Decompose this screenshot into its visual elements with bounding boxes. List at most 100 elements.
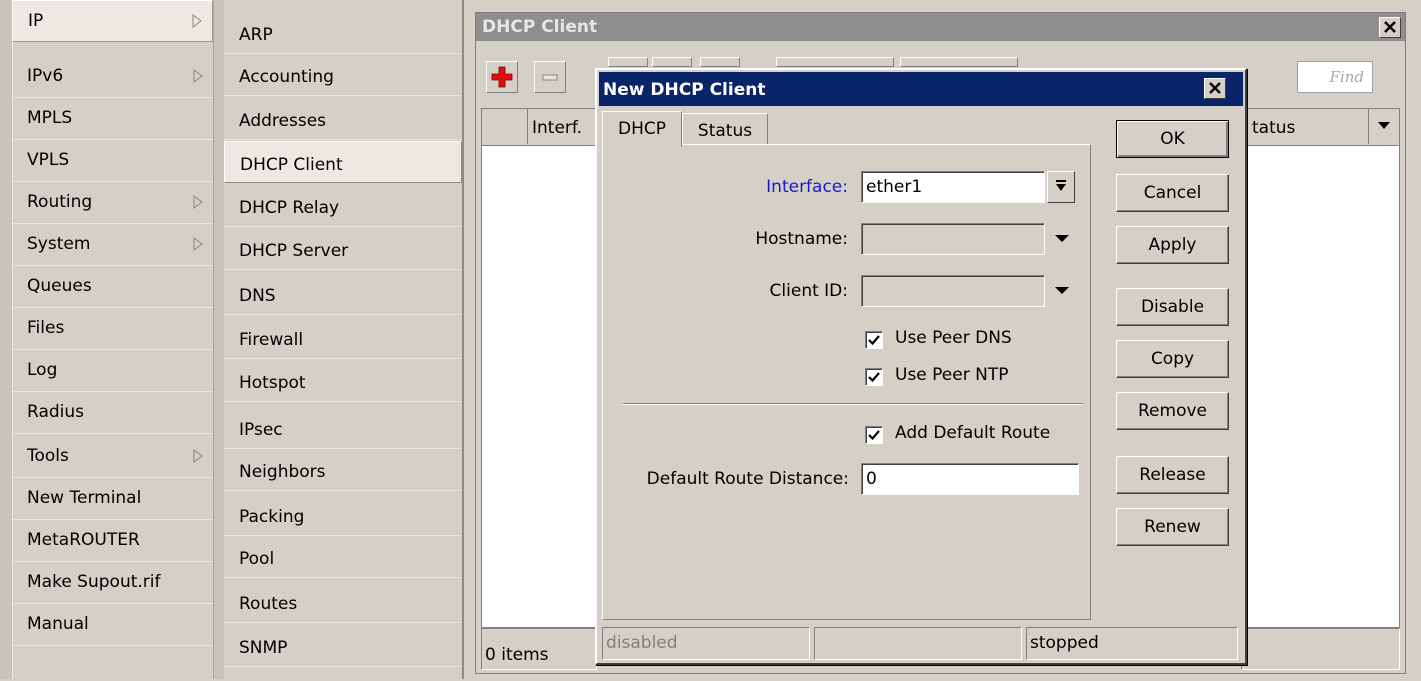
window-titlebar[interactable]: DHCP Client [476, 13, 1405, 41]
default-route-distance-input[interactable]: 0 [861, 463, 1079, 495]
default-route-distance-label: Default Route Distance: [646, 469, 849, 489]
menu-item-ipv6[interactable]: IPv6 [12, 56, 213, 98]
menu-item-new-terminal[interactable]: New Terminal [12, 478, 213, 520]
submenu-arrow-icon [193, 237, 203, 251]
column-header-status[interactable]: tatus [1252, 118, 1295, 138]
submenu-item-label: DHCP Relay [239, 198, 340, 218]
find-input[interactable]: Find [1297, 61, 1373, 93]
submenu-item-packing[interactable]: Packing [224, 494, 462, 536]
client-id-input[interactable] [861, 275, 1045, 307]
menu-item-tools[interactable]: Tools [12, 436, 213, 478]
interface-select[interactable]: ether1 [861, 171, 1045, 203]
submenu-item-routes[interactable]: Routes [224, 581, 462, 623]
menu-item-log[interactable]: Log [12, 350, 213, 392]
dialog-titlebar[interactable]: New DHCP Client [599, 72, 1243, 106]
toolbar-button[interactable] [652, 57, 692, 67]
menu-item-label: New Terminal [27, 488, 142, 508]
renew-button[interactable]: Renew [1116, 508, 1229, 546]
window-title: DHCP Client [482, 17, 598, 37]
toolbar-button[interactable] [700, 57, 740, 67]
submenu-item-dns[interactable]: DNS [224, 273, 462, 315]
copy-button[interactable]: Copy [1116, 340, 1229, 378]
menu-item-label: IP [28, 11, 44, 31]
use-peer-dns-label: Use Peer DNS [895, 328, 1012, 348]
tab-label: DHCP [618, 119, 666, 139]
dialog-state-status: disabled [602, 627, 810, 660]
dialog-close-button[interactable] [1204, 78, 1226, 99]
menu-item-vpls[interactable]: VPLS [12, 140, 213, 182]
item-count: 0 items [481, 628, 597, 670]
submenu-item-pool[interactable]: Pool [224, 536, 462, 578]
dialog-run-status: stopped [1026, 627, 1238, 660]
check-icon [868, 335, 880, 346]
menu-item-label: Queues [27, 276, 92, 296]
apply-button[interactable]: Apply [1116, 226, 1229, 264]
use-peer-dns-checkbox[interactable] [865, 331, 883, 349]
submenu-item-label: Addresses [239, 111, 327, 131]
submenu-item-hotspot[interactable]: Hotspot [224, 360, 462, 402]
ok-button[interactable]: OK [1116, 120, 1229, 158]
menu-item-label: Radius [27, 402, 85, 422]
menu-item-label: IPv6 [27, 66, 64, 86]
menu-item-radius[interactable]: Radius [12, 392, 213, 434]
menu-item-label: Log [27, 360, 58, 380]
interface-dropdown-button[interactable] [1047, 171, 1075, 203]
hostname-dropdown-button[interactable] [1049, 223, 1077, 255]
dhcp-tab-panel: Interface: ether1 Hostname: Client ID: U… [602, 144, 1091, 620]
menu-item-routing[interactable]: Routing [12, 182, 213, 224]
hostname-input[interactable] [861, 223, 1045, 255]
menu-item-queues[interactable]: Queues [12, 266, 213, 308]
hostname-label: Hostname: [755, 229, 848, 249]
remove-button[interactable] [534, 61, 566, 93]
submenu-item-firewall[interactable]: Firewall [224, 317, 462, 359]
column-header-flag[interactable] [482, 109, 528, 144]
window-close-button[interactable] [1379, 17, 1401, 38]
client-id-dropdown-button[interactable] [1049, 275, 1077, 307]
submenu-item-snmp[interactable]: SNMP [224, 625, 462, 667]
tab-status[interactable]: Status [682, 113, 768, 145]
menu-item-label: MPLS [27, 108, 73, 128]
submenu-item-dhcp-client[interactable]: DHCP Client [224, 141, 462, 183]
toolbar-button[interactable] [608, 57, 648, 67]
submenu-item-dhcp-server[interactable]: DHCP Server [224, 228, 462, 270]
ip-submenu: ARP Accounting Addresses DHCP Client DHC… [214, 0, 464, 679]
menu-item-system[interactable]: System [12, 224, 213, 266]
triangle-down-icon [1378, 122, 1390, 129]
column-header-interface[interactable]: Interf. [532, 118, 582, 138]
submenu-item-dhcp-relay[interactable]: DHCP Relay [224, 185, 462, 227]
release-button[interactable]: Release [1116, 456, 1229, 494]
add-default-route-label: Add Default Route [895, 423, 1051, 443]
use-peer-ntp-checkbox[interactable] [865, 368, 883, 386]
toolbar-button[interactable] [900, 57, 1018, 67]
plus-icon [491, 66, 513, 88]
tab-label: Status [697, 121, 753, 141]
submenu-item-label: Packing [239, 507, 305, 527]
menu-item-make-supout[interactable]: Make Supout.rif [12, 562, 213, 604]
submenu-item-accounting[interactable]: Accounting [224, 54, 462, 96]
toolbar-button[interactable] [776, 57, 894, 67]
menu-item-label: System [27, 234, 91, 254]
disable-button[interactable]: Disable [1116, 288, 1229, 326]
cancel-button[interactable]: Cancel [1116, 174, 1229, 212]
check-icon [868, 372, 880, 383]
menu-item-label: Manual [27, 614, 89, 634]
submenu-item-arp[interactable]: ARP [224, 12, 462, 54]
menu-item-label: Tools [27, 446, 69, 466]
interface-label[interactable]: Interface: [608, 177, 848, 197]
menu-item-mpls[interactable]: MPLS [12, 98, 213, 140]
submenu-arrow-icon [193, 449, 203, 463]
menu-item-files[interactable]: Files [12, 308, 213, 350]
menu-item-label: Files [27, 318, 65, 338]
submenu-item-addresses[interactable]: Addresses [224, 98, 462, 140]
menu-item-metarouter[interactable]: MetaROUTER [12, 520, 213, 562]
add-default-route-checkbox[interactable] [865, 426, 883, 444]
submenu-item-ipsec[interactable]: IPsec [224, 407, 462, 449]
remove-button[interactable]: Remove [1116, 392, 1229, 430]
submenu-item-neighbors[interactable]: Neighbors [224, 449, 462, 491]
columns-dropdown-button[interactable] [1368, 109, 1399, 144]
add-button[interactable] [486, 61, 518, 93]
submenu-arrow-icon [192, 14, 202, 28]
tab-dhcp[interactable]: DHCP [602, 111, 682, 147]
menu-item-ip[interactable]: IP [12, 0, 213, 42]
menu-item-manual[interactable]: Manual [12, 604, 213, 646]
